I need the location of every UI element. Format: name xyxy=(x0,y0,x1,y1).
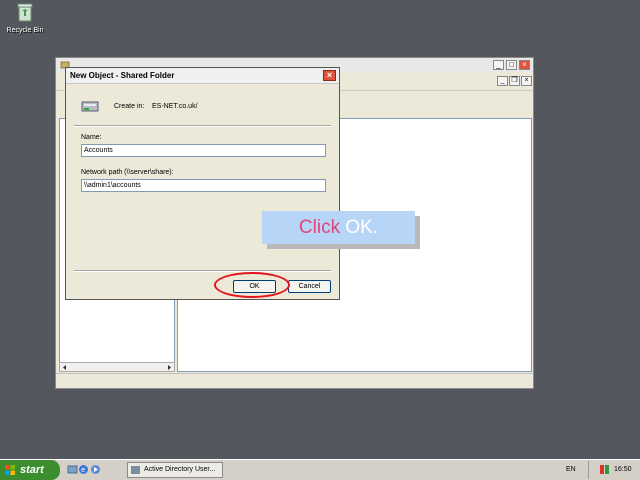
scroll-left-icon[interactable] xyxy=(61,364,68,371)
new-shared-folder-dialog[interactable]: New Object - Shared Folder × Create in: … xyxy=(65,67,340,300)
scroll-right-icon[interactable] xyxy=(166,364,173,371)
windows-flag-icon xyxy=(5,465,15,475)
minimize-button[interactable]: _ xyxy=(493,60,504,70)
separator xyxy=(74,270,331,272)
tree-horizontal-scrollbar[interactable] xyxy=(59,362,175,372)
maximize-button[interactable]: □ xyxy=(506,60,517,70)
ok-highlight-ring xyxy=(214,272,290,298)
tray-status-icon[interactable] xyxy=(600,465,609,474)
network-path-input[interactable]: \\admin1\accounts xyxy=(81,179,326,192)
dialog-title: New Object - Shared Folder xyxy=(70,71,175,80)
name-input[interactable]: Accounts xyxy=(81,144,326,157)
dialog-titlebar[interactable]: New Object - Shared Folder × xyxy=(66,68,339,84)
callout-word-click: Click xyxy=(298,217,341,238)
recycle-bin-label: Recycle Bin xyxy=(6,27,44,34)
cancel-button[interactable]: Cancel xyxy=(288,280,331,293)
taskbar-item-active-directory[interactable]: Active Directory User... xyxy=(127,462,223,478)
recycle-bin-desktop-icon[interactable]: Recycle Bin xyxy=(6,2,44,34)
inner-minimize-button[interactable]: _ xyxy=(497,76,508,86)
callout-word-ok: OK. xyxy=(345,217,379,238)
language-indicator[interactable]: EN xyxy=(566,463,576,477)
separator xyxy=(74,125,331,127)
status-bar xyxy=(56,373,533,388)
inner-restore-button[interactable]: ❐ xyxy=(509,76,520,86)
system-tray: 16:50 xyxy=(588,461,640,479)
internet-explorer-icon[interactable]: e xyxy=(78,464,89,475)
start-button[interactable]: start xyxy=(0,460,60,480)
network-path-label: Network path (\\server\share): xyxy=(81,169,174,176)
clock: 16:50 xyxy=(614,466,632,473)
tutorial-callout: Click OK. xyxy=(262,211,415,244)
media-player-icon[interactable] xyxy=(90,464,101,475)
show-desktop-icon[interactable] xyxy=(67,464,78,475)
create-in-value: ES-NET.co.uk/ xyxy=(152,103,198,110)
taskbar-item-label: Active Directory User... xyxy=(144,466,216,473)
recycle-bin-icon xyxy=(17,3,33,22)
dialog-close-button[interactable]: × xyxy=(323,70,336,81)
name-label: Name: xyxy=(81,134,102,141)
create-in-label: Create in: xyxy=(114,103,145,110)
svg-text:e: e xyxy=(81,467,85,474)
inner-close-button[interactable]: × xyxy=(521,76,532,86)
start-label: start xyxy=(20,464,44,476)
shared-folder-icon xyxy=(81,101,99,112)
window-close-button[interactable]: × xyxy=(519,60,530,70)
mmc-task-icon xyxy=(131,466,140,474)
